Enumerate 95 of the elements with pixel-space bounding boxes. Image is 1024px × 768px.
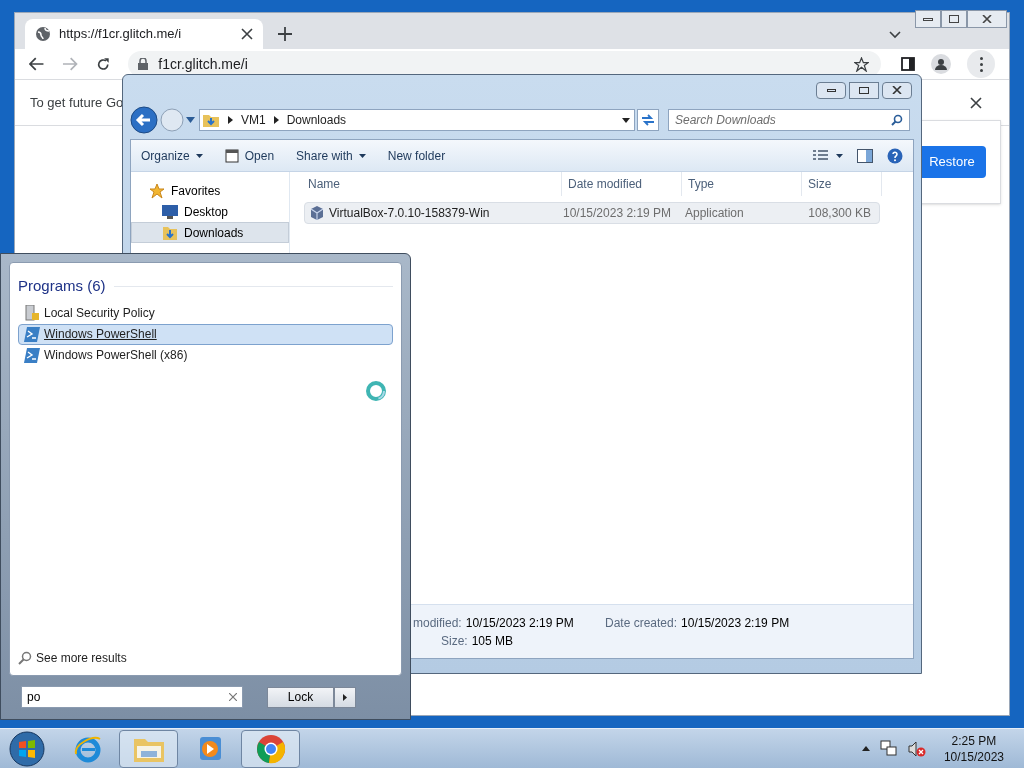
breadcrumb-arrow-icon[interactable]: [273, 116, 279, 124]
muted-speaker-icon[interactable]: [907, 739, 926, 758]
see-more-results-link[interactable]: See more results: [36, 649, 127, 667]
toolbar-button[interactable]: Open: [224, 146, 275, 165]
search-field[interactable]: Search Downloads: [668, 109, 910, 131]
maximize-button[interactable]: [941, 10, 967, 28]
view-options-icon[interactable]: [813, 149, 843, 162]
refresh-icon: [641, 114, 655, 126]
help-icon[interactable]: [887, 147, 903, 164]
menu-button[interactable]: [967, 50, 995, 78]
maximize-button[interactable]: [849, 81, 879, 99]
network-icon[interactable]: [879, 739, 898, 758]
search-input: po: [27, 688, 229, 706]
dropdown-caret-icon[interactable]: [622, 117, 630, 123]
browser-tab[interactable]: https://f1cr.glitch.me/i: [25, 19, 263, 49]
detail-value: 10/15/2023 2:19 PM: [681, 615, 790, 632]
breadcrumb-arrow-icon[interactable]: [228, 116, 233, 124]
program-item[interactable]: Windows PowerShell (x86): [18, 344, 393, 366]
column-header[interactable]: Date modified: [562, 172, 682, 196]
close-infobar-icon[interactable]: [970, 96, 982, 109]
program-item[interactable]: Local Security Policy: [18, 302, 393, 324]
file-name: VirtualBox-7.0.10-158379-Win: [329, 205, 490, 222]
close-icon: [982, 15, 992, 23]
star-icon: [149, 182, 165, 199]
tab-title: https://f1cr.glitch.me/i: [59, 25, 183, 44]
lock-button[interactable]: Lock: [267, 686, 334, 708]
new-tab-icon[interactable]: [278, 27, 292, 41]
file-type: Application: [684, 205, 745, 222]
breadcrumb-item[interactable]: VM1: [241, 111, 266, 129]
file-date: 10/15/2023 2:19 PM: [563, 205, 673, 222]
column-header[interactable]: Type: [682, 172, 802, 196]
search-icon: [18, 651, 32, 665]
caret-icon: [358, 153, 366, 158]
back-icon[interactable]: [130, 106, 158, 134]
taskbar-app-button[interactable]: [119, 729, 178, 768]
start-button[interactable]: [9, 730, 45, 767]
clock-date[interactable]: 10/15/2023: [943, 748, 1004, 765]
bookmark-star-icon[interactable]: [854, 56, 869, 72]
search-input: Search Downloads: [675, 111, 891, 129]
detail-label: modified:: [413, 615, 462, 632]
history-caret-icon[interactable]: [186, 117, 195, 123]
reload-icon[interactable]: [95, 56, 111, 72]
caret-icon: [195, 153, 203, 158]
nav-item[interactable]: Desktop: [131, 201, 289, 222]
lock-icon: [138, 58, 149, 70]
toolbar-button[interactable]: Share with: [296, 146, 366, 165]
folder-icon: [202, 112, 220, 128]
profile-icon[interactable]: [931, 54, 951, 74]
installer-icon: [309, 205, 325, 221]
toolbar-button[interactable]: Organize: [141, 146, 203, 165]
detail-value: 105 MB: [471, 633, 514, 650]
side-panel-icon[interactable]: [901, 57, 915, 71]
powershell-icon: [24, 326, 40, 342]
policy-icon: [24, 305, 40, 321]
program-item[interactable]: Windows PowerShell: [18, 323, 393, 345]
nav-item[interactable]: Downloads: [131, 222, 289, 243]
clock-time[interactable]: 2:25 PM: [951, 732, 997, 749]
minimize-button[interactable]: [816, 81, 846, 99]
file-row[interactable]: VirtualBox-7.0.10-158379-Win 10/15/2023 2:19 PM Application 108,300 KB: [304, 202, 880, 224]
refresh-button[interactable]: [637, 109, 659, 131]
detail-label: Size:: [441, 633, 468, 650]
search-icon: [891, 114, 903, 126]
group-heading: Programs (6): [18, 276, 106, 296]
close-icon[interactable]: [241, 28, 253, 40]
detail-value: 10/15/2023 2:19 PM: [465, 615, 574, 632]
detail-label: Date created:: [605, 615, 678, 632]
powershell-icon: [24, 347, 40, 363]
search-field[interactable]: po: [21, 686, 243, 708]
show-hidden-icons[interactable]: [861, 746, 870, 751]
file-size: 108,300 KB: [807, 205, 871, 222]
clear-icon[interactable]: [229, 693, 237, 701]
nav-item[interactable]: Favorites: [131, 180, 289, 201]
address-bar[interactable]: f1cr.glitch.me/i: [128, 51, 881, 77]
address-text: f1cr.glitch.me/i: [158, 54, 248, 74]
breadcrumb-bar[interactable]: VM1 Downloads: [199, 109, 635, 131]
close-button[interactable]: [882, 81, 912, 99]
chrome-logo-icon: [255, 733, 286, 764]
chevron-down-icon[interactable]: [889, 31, 901, 39]
globe-icon: [35, 26, 51, 42]
minimize-button[interactable]: [915, 10, 941, 28]
downloads-folder-icon: [162, 224, 178, 241]
monitor-icon: [162, 204, 178, 219]
column-header[interactable]: Size: [802, 172, 882, 196]
window-icon: [224, 148, 239, 163]
preview-pane-icon[interactable]: [857, 148, 873, 163]
close-icon: [892, 86, 902, 94]
column-header[interactable]: Name: [290, 172, 562, 196]
taskbar-app-button[interactable]: [241, 729, 300, 768]
breadcrumb-item[interactable]: Downloads: [286, 111, 347, 129]
loading-spinner-icon: [365, 379, 387, 402]
shutdown-options-button[interactable]: [334, 686, 356, 708]
back-icon[interactable]: [29, 57, 45, 71]
toolbar-button[interactable]: New folder: [387, 146, 446, 165]
caret-icon: [343, 693, 347, 701]
close-button[interactable]: [967, 10, 1007, 28]
